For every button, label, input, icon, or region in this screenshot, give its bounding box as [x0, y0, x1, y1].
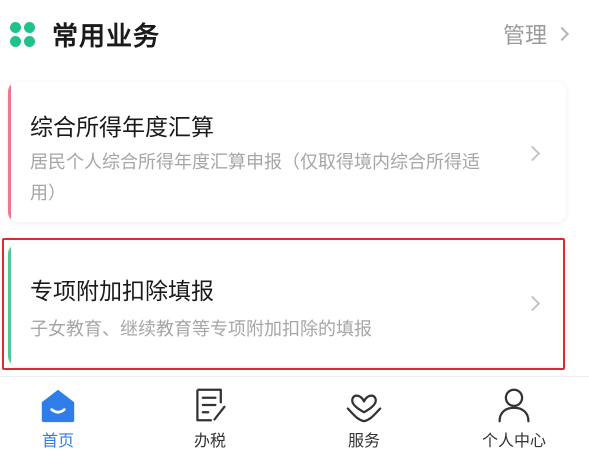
card-accent-bar: [8, 82, 11, 222]
card-title: 综合所得年度汇算: [30, 115, 214, 141]
card-description: 居民个人综合所得年度汇算申报（仅取得境内综合所得适用）: [30, 152, 480, 204]
chevron-right-icon: [554, 26, 570, 42]
card-title: 专项附加扣除填报: [30, 279, 214, 305]
tab-service[interactable]: 服务: [314, 377, 414, 450]
card-accent-bar: [8, 244, 11, 366]
tab-tax[interactable]: 办税: [160, 377, 260, 450]
tab-label: 服务: [347, 431, 380, 450]
special-deduction-card[interactable]: 专项附加扣除填报 子女教育、继续教育等专项附加扣除的填报: [8, 244, 566, 366]
tab-home[interactable]: 首页: [8, 377, 108, 450]
user-icon: [498, 388, 530, 423]
annual-settlement-card[interactable]: 综合所得年度汇算 居民个人综合所得年度汇算申报（仅取得境内综合所得适用）: [8, 82, 566, 222]
home-icon: [41, 389, 75, 423]
manage-label: 管理: [502, 24, 547, 49]
bottom-tab-bar: 首页 办税 服务 个人中心: [0, 376, 589, 450]
manage-button[interactable]: 管理: [502, 18, 570, 50]
chevron-right-icon: [524, 145, 541, 162]
section-header: 常用业务 管理: [0, 0, 589, 66]
chevron-right-icon: [524, 295, 541, 312]
section-title: 常用业务: [52, 22, 161, 52]
tab-label: 首页: [41, 431, 74, 450]
grid-icon: [10, 22, 36, 48]
tab-me[interactable]: 个人中心: [464, 377, 564, 450]
tab-label: 个人中心: [481, 431, 546, 450]
document-edit-icon: [196, 388, 226, 422]
heart-hand-icon: [346, 394, 382, 423]
card-description: 子女教育、继续教育等专项附加扣除的填报: [30, 319, 372, 340]
tab-label: 办税: [193, 431, 226, 450]
